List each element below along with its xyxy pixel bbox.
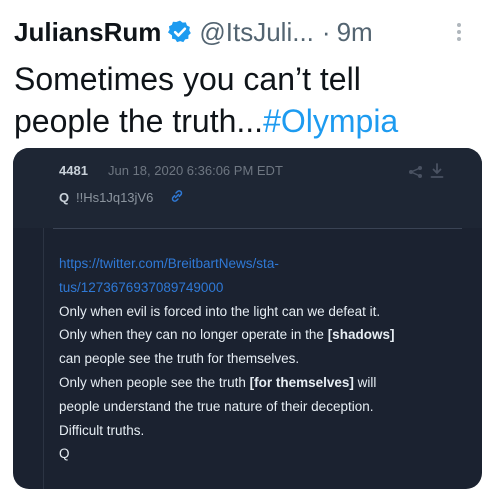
post-date: Jun 18, 2020 6:36:06 PM EDT xyxy=(108,163,283,178)
post-signature: Q xyxy=(59,446,70,462)
post-url[interactable]: https://twitter.com/BreitbartNews/sta- xyxy=(59,252,469,276)
display-name[interactable]: JuliansRum xyxy=(14,17,161,48)
post-line: Only when they can no longer operate in … xyxy=(59,327,395,343)
verified-badge-icon xyxy=(167,19,193,45)
tweet-text-line: people the truth...#Olympia xyxy=(14,100,476,142)
embedded-post-image[interactable]: 4481 Jun 18, 2020 6:36:06 PM EDT Q !!Hs1… xyxy=(13,148,482,489)
post-line: Only when people see the truth [for them… xyxy=(59,374,377,390)
link-icon[interactable] xyxy=(170,189,184,203)
post-header xyxy=(13,148,482,228)
more-options-icon[interactable] xyxy=(456,20,462,46)
post-body: https://twitter.com/BreitbartNews/sta- t… xyxy=(59,252,469,466)
tweet-text: Sometimes you can’t tell people the trut… xyxy=(14,58,476,142)
post-url[interactable]: tus/1273676937089749000 xyxy=(59,276,469,300)
hashtag-link[interactable]: #Olympia xyxy=(263,103,398,139)
post-tripcode: !!Hs1Jq13jV6 xyxy=(76,190,154,205)
download-icon[interactable] xyxy=(430,163,444,179)
post-number: 4481 xyxy=(59,163,88,178)
divider xyxy=(43,228,44,489)
post-line: people understand the true nature of the… xyxy=(59,398,374,414)
timestamp[interactable]: 9m xyxy=(337,17,373,48)
tweet-text-line: Sometimes you can’t tell xyxy=(14,61,361,97)
share-icon[interactable] xyxy=(408,165,424,179)
post-line: can people see the truth for themselves. xyxy=(59,351,300,367)
separator-dot: · xyxy=(321,16,331,47)
post-line: Difficult truths. xyxy=(59,422,145,438)
divider xyxy=(53,228,462,229)
post-line: Only when evil is forced into the light … xyxy=(59,303,381,319)
tweet-text-fragment: people the truth... xyxy=(14,103,264,139)
tweet-header: JuliansRum @ItsJuli... · 9m xyxy=(14,14,476,50)
handle[interactable]: @ItsJuli... xyxy=(199,17,314,48)
post-author: Q xyxy=(59,190,70,205)
